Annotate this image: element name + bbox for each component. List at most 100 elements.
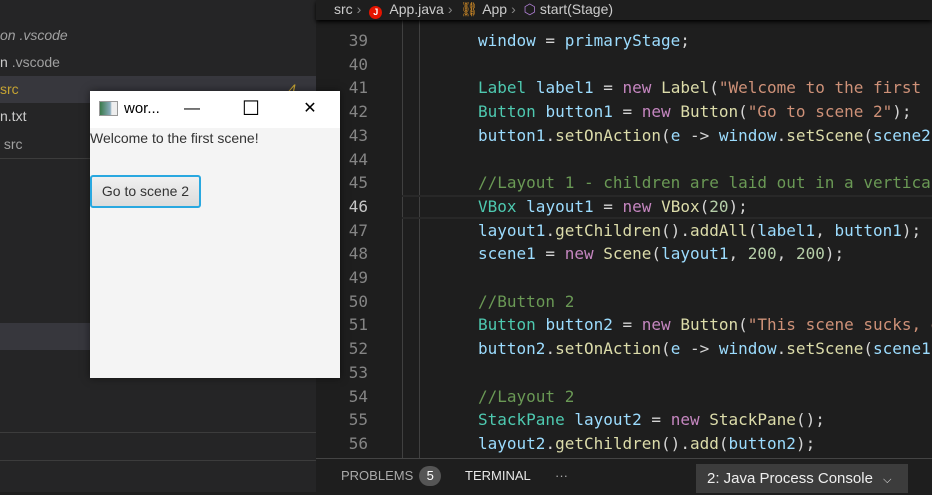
welcome-label: Welcome to the first scene! <box>90 130 259 146</box>
code-token: ( <box>651 244 661 263</box>
code-token: Scene <box>603 244 651 263</box>
code-token: = <box>536 31 565 50</box>
code-token: (). <box>661 221 690 240</box>
line-number: 55 <box>316 408 368 432</box>
item-name: src <box>0 81 19 97</box>
code-token: scene1 <box>478 244 536 263</box>
code-token: VBox <box>661 197 700 216</box>
code-token: new <box>623 78 652 97</box>
go-to-scene-2-button[interactable]: Go to scene 2 <box>90 175 201 208</box>
code-token: scene1 <box>873 339 931 358</box>
code-token: new <box>642 102 671 121</box>
terminal-select-value: 2: Java Process Console <box>707 470 873 487</box>
code-token: "Welcome to the first scene!" <box>719 78 932 97</box>
code-token: = <box>594 197 623 216</box>
code-token: new <box>642 315 671 334</box>
explorer-item[interactable]: n .vscode <box>0 49 316 76</box>
code-token: Button <box>680 315 738 334</box>
code-line[interactable]: //Button 2 <box>478 290 574 314</box>
code-token: , <box>729 244 748 263</box>
code-token: add <box>690 434 719 453</box>
code-line[interactable]: VBox layout1 = new VBox(20); <box>478 195 748 219</box>
code-token: layout2 <box>574 410 641 429</box>
code-token: Label <box>661 78 709 97</box>
code-token: ( <box>661 126 671 145</box>
code-token: scene2 <box>873 126 931 145</box>
minimize-button[interactable]: — <box>180 98 204 120</box>
chevron-right-icon: › <box>357 1 362 17</box>
close-button[interactable]: ✕ <box>298 98 322 120</box>
code-editor[interactable]: 39window = primaryStage;4041Label label1… <box>316 17 932 458</box>
code-token: label1 <box>536 78 594 97</box>
chevron-right-icon: › <box>511 1 516 17</box>
code-token: e <box>671 126 681 145</box>
code-line[interactable]: StackPane layout2 = new StackPane(); <box>478 408 825 432</box>
window-title: wor... <box>124 100 160 117</box>
code-token: layout1 <box>661 244 728 263</box>
code-token: Button <box>680 102 738 121</box>
code-token: ( <box>863 126 873 145</box>
code-token: Label <box>478 78 526 97</box>
code-line[interactable]: layout2.getChildren().add(button2); <box>478 432 815 456</box>
code-line[interactable]: layout1.getChildren().addAll(label1, but… <box>478 219 921 243</box>
tab-terminal[interactable]: TERMINAL <box>465 459 531 493</box>
code-token: ( <box>661 339 671 358</box>
code-token: Button <box>478 102 536 121</box>
code-token: -> <box>680 339 719 358</box>
code-token <box>565 410 575 429</box>
method-icon: ⬡ <box>524 1 536 17</box>
breadcrumb-file[interactable]: App.java <box>389 1 443 17</box>
code-token: 20 <box>709 197 728 216</box>
maximize-button[interactable]: ☐ <box>239 98 263 120</box>
code-token: . <box>777 126 787 145</box>
code-token: ( <box>738 102 748 121</box>
code-token: "Go to scene 2" <box>748 102 893 121</box>
divider <box>0 460 316 461</box>
item-name: n <box>0 54 8 70</box>
code-token: . <box>777 339 787 358</box>
code-token: , <box>777 244 796 263</box>
indent-guide <box>419 17 420 458</box>
code-line[interactable]: //Layout 2 <box>478 385 574 409</box>
item-path: src <box>4 136 23 152</box>
explorer-item[interactable]: on .vscode <box>0 22 316 49</box>
code-token: button1 <box>834 221 901 240</box>
code-line[interactable]: Label label1 = new Label("Welcome to the… <box>478 76 932 100</box>
code-token: layout1 <box>478 221 545 240</box>
code-line[interactable]: Button button2 = new Button("This scene … <box>478 313 932 337</box>
code-token: 200 <box>748 244 777 263</box>
code-token: . <box>545 126 555 145</box>
code-token: layout2 <box>478 434 545 453</box>
code-token: getChildren <box>555 434 661 453</box>
code-line[interactable]: Button button1 = new Button("Go to scene… <box>478 100 912 124</box>
code-token: = <box>613 315 642 334</box>
code-token: window <box>719 126 777 145</box>
terminal-select[interactable]: 2: Java Process Console ⌵ <box>696 464 908 493</box>
item-name: n.txt <box>0 108 26 124</box>
problems-count-badge: 5 <box>419 466 441 486</box>
java-app-window: wor... — ☐ ✕ Welcome to the first scene!… <box>90 91 340 378</box>
code-line[interactable]: window = primaryStage; <box>478 29 690 53</box>
chevron-down-icon: ⌵ <box>883 474 891 486</box>
breadcrumb-class[interactable]: App <box>482 1 507 17</box>
code-token: getChildren <box>555 221 661 240</box>
code-line[interactable]: //Layout 1 - children are laid out in a … <box>478 171 932 195</box>
code-token <box>651 78 661 97</box>
window-titlebar[interactable]: wor... — ☐ ✕ <box>90 91 340 128</box>
more-actions-icon[interactable]: ··· <box>555 459 568 493</box>
code-token: ( <box>738 315 748 334</box>
code-token: . <box>545 221 555 240</box>
code-line[interactable]: button2.setOnAction(e -> window.setScene… <box>478 337 932 361</box>
code-token: layout1 <box>526 197 593 216</box>
breadcrumb-src[interactable]: src <box>334 1 353 17</box>
java-file-icon: J <box>369 6 382 19</box>
breadcrumb-method[interactable]: start(Stage) <box>540 1 613 17</box>
item-path: .vscode <box>19 27 67 43</box>
app-icon <box>99 101 118 116</box>
chevron-right-icon: › <box>448 1 453 17</box>
code-line[interactable]: button1.setOnAction(e -> window.setScene… <box>478 124 932 148</box>
code-token: ( <box>748 221 758 240</box>
code-token: setOnAction <box>555 339 661 358</box>
tab-problems[interactable]: PROBLEMS5 <box>341 459 441 493</box>
code-line[interactable]: scene1 = new Scene(layout1, 200, 200); <box>478 242 844 266</box>
